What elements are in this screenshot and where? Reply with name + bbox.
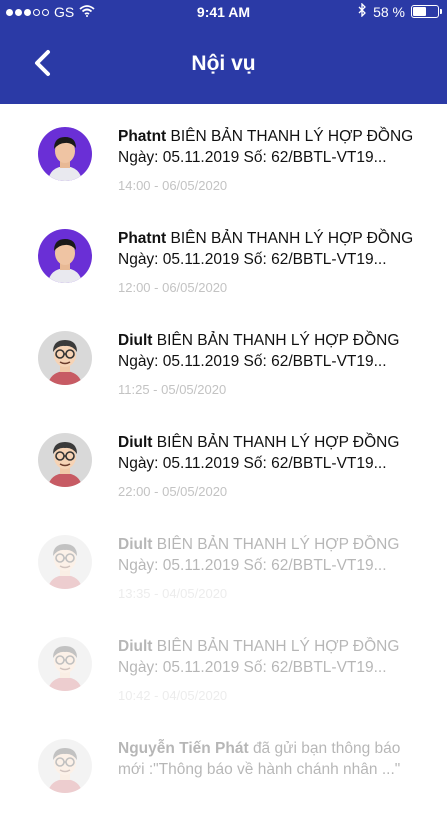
notification-line-1: BIÊN BẢN THANH LÝ HỢP ĐỒNG	[156, 638, 400, 655]
notification-line-2: Ngày: 05.11.2019 Số: 62/BBTL-VT19...	[118, 149, 387, 166]
bluetooth-icon	[358, 2, 367, 20]
avatar	[38, 637, 92, 691]
app-header: GS 9:41 AM 58 % Nội vụ	[0, 0, 447, 104]
sender-name: Phatnt	[118, 230, 167, 247]
notification-item[interactable]: Diult BIÊN BẢN THANH LÝ HỢP ĐỒNG Ngày: 0…	[0, 410, 447, 512]
notification-item[interactable]: Nguyễn Tiến Phát đã gửi bạn thông báo mớ…	[0, 716, 447, 818]
notification-line-1: BIÊN BẢN THANH LÝ HỢP ĐỒNG	[156, 536, 400, 553]
sender-name: Diult	[118, 434, 153, 451]
avatar	[38, 331, 92, 385]
notification-line-2: Ngày: 05.11.2019 Số: 62/BBTL-VT19...	[118, 659, 387, 676]
notification-time: 10:42 - 04/05/2020	[118, 688, 228, 703]
avatar	[38, 739, 92, 793]
notification-line-2: Ngày: 05.11.2019 Số: 62/BBTL-VT19...	[118, 455, 387, 472]
sender-name: Diult	[118, 332, 153, 349]
battery-icon	[411, 5, 442, 18]
notification-item[interactable]: Diult BIÊN BẢN THANH LÝ HỢP ĐỒNG Ngày: 0…	[0, 512, 447, 614]
notification-line-1: BIÊN BẢN THANH LÝ HỢP ĐỒNG	[170, 230, 414, 247]
notification-time: 12:00 - 06/05/2020	[118, 280, 228, 295]
avatar	[38, 535, 92, 589]
notification-item[interactable]: Phatnt BIÊN BẢN THANH LÝ HỢP ĐỒNG Ngày: …	[0, 104, 447, 206]
sender-name: Nguyễn Tiến Phát	[118, 740, 249, 757]
notification-line-1: BIÊN BẢN THANH LÝ HỢP ĐỒNG	[170, 128, 414, 145]
sender-name: Phatnt	[118, 128, 167, 145]
notification-line-2: Ngày: 05.11.2019 Số: 62/BBTL-VT19...	[118, 353, 387, 370]
page-title: Nội vụ	[191, 52, 256, 75]
notification-line-1: BIÊN BẢN THANH LÝ HỢP ĐỒNG	[156, 332, 400, 349]
notification-item[interactable]: Diult BIÊN BẢN THANH LÝ HỢP ĐỒNG Ngày: 0…	[0, 614, 447, 716]
notification-time: 13:35 - 04/05/2020	[118, 586, 228, 601]
notification-time: 14:00 - 06/05/2020	[118, 178, 228, 193]
avatar	[38, 127, 92, 181]
notification-line-2: mới :"Thông báo về hành chánh nhân ..."	[118, 761, 401, 778]
notification-time: 11:25 - 05/05/2020	[118, 382, 227, 397]
notification-list[interactable]: Phatnt BIÊN BẢN THANH LÝ HỢP ĐỒNG Ngày: …	[0, 104, 447, 818]
notification-line-2: Ngày: 05.11.2019 Số: 62/BBTL-VT19...	[118, 557, 387, 574]
avatar	[38, 433, 92, 487]
avatar	[38, 229, 92, 283]
notification-line-1: BIÊN BẢN THANH LÝ HỢP ĐỒNG	[156, 434, 400, 451]
status-bar: GS 9:41 AM 58 %	[0, 0, 447, 24]
notification-item[interactable]: Phatnt BIÊN BẢN THANH LÝ HỢP ĐỒNG Ngày: …	[0, 206, 447, 308]
sender-name: Diult	[118, 536, 153, 553]
battery-percent: 58 %	[373, 3, 405, 20]
notification-time: 22:00 - 05/05/2020	[118, 484, 228, 499]
notification-item[interactable]: Diult BIÊN BẢN THANH LÝ HỢP ĐỒNG Ngày: 0…	[0, 308, 447, 410]
notification-line-1: đã gửi bạn thông báo	[252, 740, 401, 757]
sender-name: Diult	[118, 638, 153, 655]
notification-line-2: Ngày: 05.11.2019 Số: 62/BBTL-VT19...	[118, 251, 387, 268]
